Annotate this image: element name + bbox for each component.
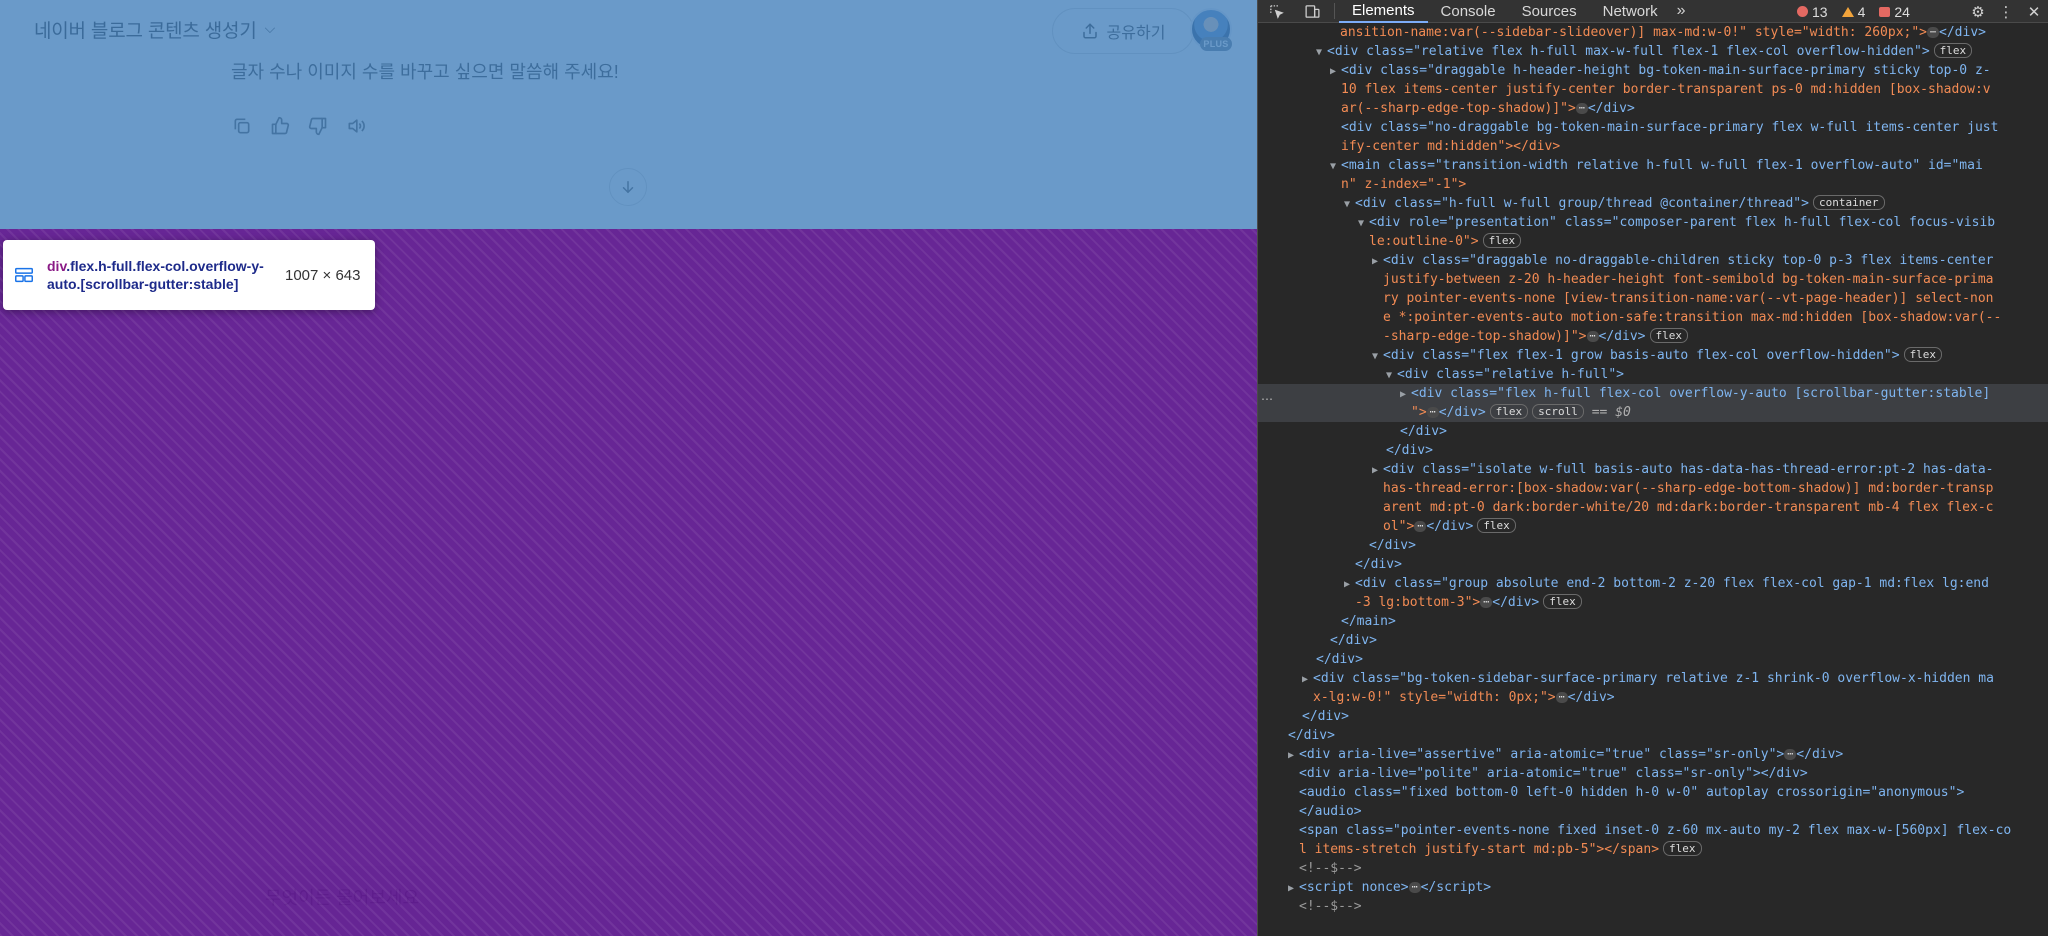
- warning-icon: [1841, 6, 1854, 17]
- dom-line: </div>: [1369, 538, 1416, 553]
- tooltip-size: 1007 × 643: [285, 266, 361, 284]
- devtools-panel: Elements Console Sources Network » 13 4 …: [1257, 0, 2048, 936]
- gpt-title[interactable]: 네이버 블로그 콘텐츠 생성기: [34, 16, 257, 43]
- tab-elements[interactable]: Elements: [1339, 0, 1428, 23]
- dom-tree: ansition-name:var(--sidebar-slideover)] …: [1258, 23, 2048, 936]
- error-count-value: 13: [1812, 3, 1828, 20]
- dom-line: <!--$-->: [1299, 899, 1362, 914]
- inspect-element-icon[interactable]: [1258, 0, 1294, 23]
- dom-line[interactable]: ▶ <div class="draggable h-header-height b…: [1330, 61, 2048, 80]
- dom-line[interactable]: ▶ <script nonce> ⋯ </script>: [1288, 878, 2048, 897]
- dom-line[interactable]: ▼ <div class="relative h-full">: [1386, 365, 2048, 384]
- device-toolbar-icon[interactable]: [1294, 0, 1330, 23]
- dom-line: justify-between z-20 h-header-height fon…: [1383, 272, 1994, 287]
- dom-line: le:outline-0"> flex: [1369, 232, 2048, 251]
- thumbs-down-icon[interactable]: [306, 114, 330, 138]
- error-icon: [1797, 6, 1808, 17]
- dom-line: arent md:pt-0 dark:border-white/20 md:da…: [1383, 500, 1994, 515]
- tab-network[interactable]: Network: [1590, 0, 1671, 23]
- tab-sources[interactable]: Sources: [1509, 0, 1590, 23]
- share-button-label: 공유하기: [1106, 25, 1166, 42]
- inspect-element-highlight: [0, 229, 1257, 936]
- devtools-status: 13 4 24: [1797, 0, 1910, 23]
- dom-line: </div>: [1330, 633, 1377, 648]
- kebab-menu-icon[interactable]: ⋮: [1995, 3, 2017, 21]
- chat-app-pane: 네이버 블로그 콘텐츠 생성기 ⌵ 공유하기 PLUS 글자 수나 이미지 수를…: [0, 0, 1257, 936]
- share-icon: [1082, 23, 1097, 39]
- dom-line: </div>: [1386, 443, 1433, 458]
- dom-line[interactable]: ▶ <div class="isolate w-full basis-auto h…: [1372, 460, 2048, 479]
- selected-node-marker: == $0: [1591, 405, 1631, 420]
- dom-line[interactable]: <audio class="fixed bottom-0 left-0 hidd…: [1299, 783, 2048, 802]
- warning-count-value: 4: [1857, 3, 1866, 20]
- dom-line: </div>: [1355, 557, 1402, 572]
- scroll-to-bottom-button[interactable]: [609, 168, 647, 206]
- issue-count-value: 24: [1894, 3, 1910, 20]
- dom-line: ify-center md:hidden"></div>: [1341, 139, 1561, 154]
- dom-line[interactable]: ▼ <main class="transition-width relative …: [1330, 156, 2048, 175]
- selected-row-ellipsis-icon[interactable]: ⋯: [1261, 392, 1273, 406]
- tooltip-tag: div: [47, 258, 67, 274]
- warning-count[interactable]: 4: [1841, 3, 1866, 20]
- issue-icon: [1879, 6, 1891, 17]
- plan-badge: PLUS: [1200, 37, 1232, 51]
- share-button[interactable]: 공유하기: [1052, 8, 1194, 54]
- dom-line[interactable]: ansition-name:var(--sidebar-slideover)] …: [1340, 23, 2048, 42]
- prompt-input[interactable]: [265, 888, 995, 909]
- dom-line: </main>: [1341, 614, 1396, 629]
- dom-line-selected[interactable]: ▶ <div class="flex h-full flex-col overfl…: [1258, 384, 2048, 403]
- dom-line: e *:pointer-events-auto motion-safe:tran…: [1383, 310, 2002, 325]
- flex-layout-icon: [15, 267, 33, 283]
- dom-line[interactable]: <div class="no-draggable bg-token-main-s…: [1341, 118, 2048, 137]
- error-count[interactable]: 13: [1797, 4, 1828, 20]
- speaker-icon[interactable]: [344, 114, 368, 138]
- assistant-message: 글자 수나 이미지 수를 바꾸고 싶으면 말씀해 주세요!: [231, 62, 619, 82]
- dom-line: <!--$-->: [1299, 861, 1362, 876]
- thumbs-up-icon[interactable]: [268, 114, 292, 138]
- tooltip-classes: .flex.h-full.flex-col.overflow-y-auto.[s…: [47, 258, 264, 292]
- dom-line-selected[interactable]: "> ⋯ </div> flex scroll == $0: [1258, 403, 2048, 422]
- gear-icon[interactable]: ⚙: [1967, 3, 1989, 21]
- close-icon[interactable]: ✕: [2023, 3, 2045, 21]
- dom-line: </div>: [1400, 424, 1447, 439]
- toolbar-divider: [1334, 3, 1335, 19]
- dom-line: </audio>: [1299, 804, 1362, 819]
- dom-line[interactable]: <div aria-live="polite" aria-atomic="tru…: [1299, 764, 2048, 783]
- dom-line[interactable]: ▶ <div class="draggable no-draggable-chil…: [1372, 251, 2048, 270]
- dom-line: has-thread-error:[box-shadow:var(--sharp…: [1383, 481, 1994, 496]
- dom-line: ry pointer-events-none [view-transition-…: [1383, 291, 1994, 306]
- dom-line: </div>: [1316, 652, 1363, 667]
- dom-line[interactable]: ▼ <div class="h-full w-full group/thread …: [1344, 194, 2048, 213]
- dom-line[interactable]: ▶ <div class="group absolute end-2 bottom…: [1344, 574, 2048, 593]
- dom-line: </div>: [1288, 728, 1335, 743]
- dom-line[interactable]: ▼ <div role="presentation" class="compose…: [1358, 213, 2048, 232]
- dom-line: 10 flex items-center justify-center bord…: [1341, 82, 1991, 97]
- dom-line: n" z-index="-1">: [1341, 177, 1467, 192]
- dom-line: -sharp-edge-top-shadow)]"> ⋯ </div> flex: [1383, 327, 2048, 346]
- dom-line[interactable]: ▼ <div class="flex flex-1 grow basis-auto…: [1372, 346, 2048, 365]
- tab-console[interactable]: Console: [1428, 0, 1509, 23]
- inspect-tooltip: div.flex.h-full.flex-col.overflow-y-auto…: [3, 240, 375, 310]
- dom-line: l items-stretch justify-start md:pb-5"><…: [1299, 840, 2048, 859]
- dom-line: x-lg:w-0!" style="width: 0px;"> ⋯ </div>: [1313, 690, 1615, 705]
- composer: [232, 866, 1028, 936]
- arrow-down-icon: [622, 181, 634, 194]
- devtools-toolbar: Elements Console Sources Network » 13 4 …: [1258, 0, 2048, 23]
- chevron-down-icon[interactable]: ⌵: [265, 20, 276, 37]
- issue-count[interactable]: 24: [1879, 4, 1910, 20]
- dom-line: ol"> ⋯ </div> flex: [1383, 517, 2048, 536]
- dom-line[interactable]: ▶ <div class="bg-token-sidebar-surface-pr…: [1302, 669, 2048, 688]
- dom-line: -3 lg:bottom-3"> ⋯ </div> flex: [1355, 593, 2048, 612]
- dom-line[interactable]: <span class="pointer-events-none fixed i…: [1299, 821, 2048, 840]
- more-tabs-icon[interactable]: »: [1671, 2, 1692, 20]
- tooltip-selector: div.flex.h-full.flex-col.overflow-y-auto…: [47, 257, 271, 293]
- copy-icon[interactable]: [230, 114, 254, 138]
- devtools-actions: ⚙ ⋮ ✕: [1967, 0, 2048, 23]
- dom-line: </div>: [1302, 709, 1349, 724]
- dom-line[interactable]: ▼ <div class="relative flex h-full max-w-…: [1316, 42, 2048, 61]
- message-actions: [230, 114, 368, 138]
- dom-line: ar(--sharp-edge-top-shadow)]"> ⋯ </div>: [1341, 101, 1635, 116]
- dom-line[interactable]: ▶ <div aria-live="assertive" aria-atomic=…: [1288, 745, 2048, 764]
